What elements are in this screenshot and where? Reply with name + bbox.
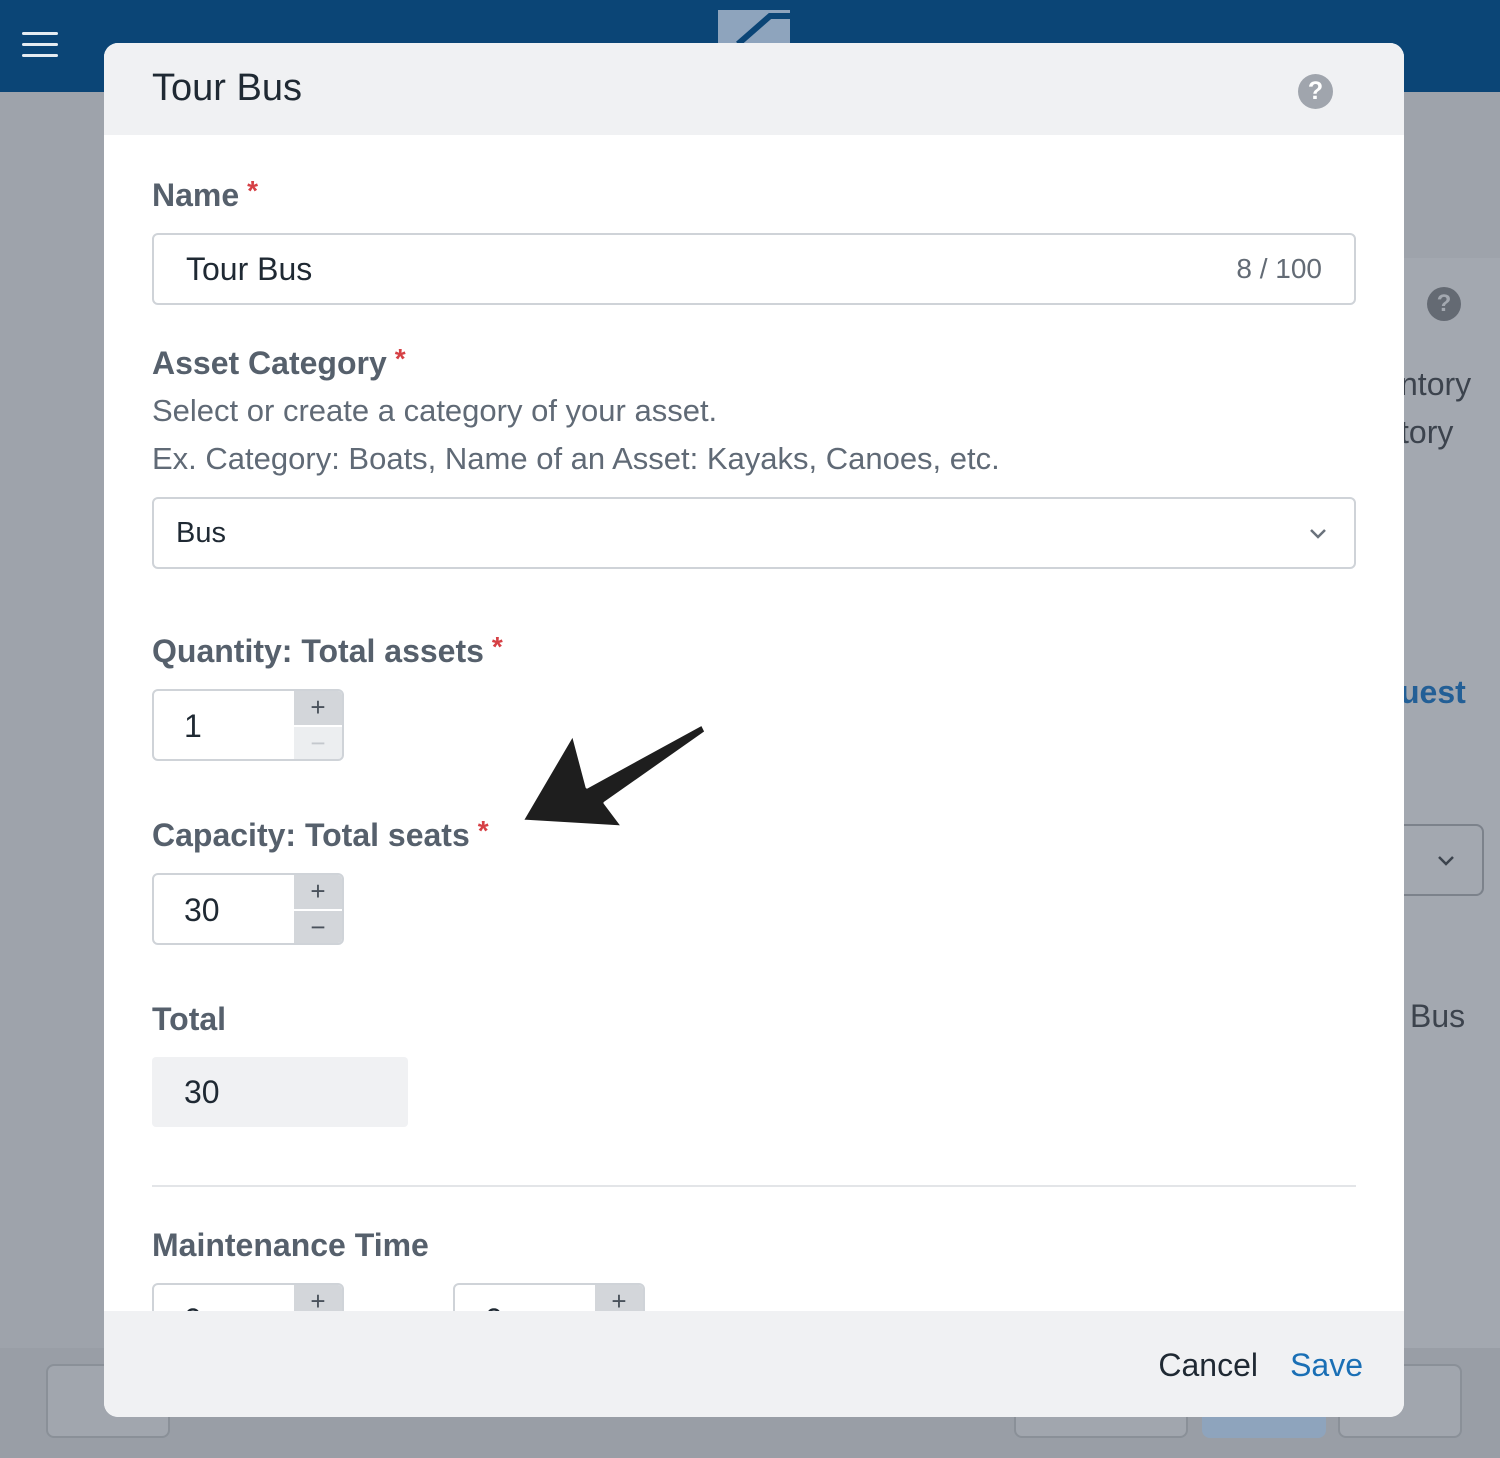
stepper-buttons: + − — [595, 1285, 643, 1311]
required-marker: * — [477, 815, 489, 846]
capacity-increment-button[interactable]: + — [294, 875, 342, 909]
capacity-label: Capacity: Total seats * — [152, 815, 489, 854]
name-label-text: Name — [152, 177, 240, 213]
character-counter: 8 / 100 — [1236, 253, 1322, 284]
asset-category-help-line-1: Select or create a category of your asse… — [152, 393, 718, 428]
total-readonly-field: 30 — [152, 1057, 408, 1127]
dialog-title: Tour Bus — [152, 67, 302, 109]
asset-category-selected-value: Bus — [176, 517, 226, 549]
total-value: 30 — [184, 1074, 220, 1110]
background-help-icon: ? — [1427, 287, 1461, 321]
capacity-value: 30 — [184, 892, 220, 928]
background-text: Bus — [1410, 998, 1466, 1034]
chevron-down-icon — [1310, 529, 1326, 539]
name-label: Name * — [152, 175, 259, 214]
dialog-body: Name * Tour Bus 8 / 100 Asset Category * S… — [104, 135, 1404, 1311]
asset-dialog: Tour Bus ? Name * Tour Bus 8 / 100 Asset … — [104, 43, 1404, 1417]
app-logo-icon — [718, 10, 790, 44]
maintenance-hours-stepper[interactable]: 0 + − — [152, 1283, 344, 1311]
stepper-buttons: + − — [294, 1285, 342, 1311]
dialog-header: Tour Bus ? — [104, 43, 1404, 135]
quantity-increment-button[interactable]: + — [294, 691, 342, 725]
chevron-down-icon — [1438, 856, 1454, 866]
background-link: uest — [1400, 674, 1466, 710]
stepper-buttons: + − — [294, 875, 342, 943]
save-button[interactable]: Save — [1290, 1347, 1363, 1384]
hamburger-menu-icon[interactable] — [22, 32, 58, 58]
asset-category-select[interactable]: Bus — [152, 497, 1356, 569]
stepper-buttons: + − — [294, 691, 342, 759]
quantity-label-text: Quantity: Total assets — [152, 633, 484, 669]
name-field-value: Tour Bus — [186, 251, 313, 287]
maintenance-time-label: Maintenance Time — [152, 1227, 429, 1263]
required-marker: * — [247, 175, 259, 206]
capacity-stepper[interactable]: 30 + − — [152, 873, 344, 945]
quantity-value: 1 — [184, 708, 202, 744]
cancel-button[interactable]: Cancel — [1158, 1347, 1258, 1384]
required-marker: * — [394, 343, 406, 374]
maintenance-minutes-increment-button[interactable]: + — [595, 1285, 643, 1311]
background-text: ntory — [1400, 366, 1472, 402]
asset-category-help-line-2: Ex. Category: Boats, Name of an Asset: K… — [152, 441, 1000, 476]
required-marker: * — [491, 631, 503, 662]
quantity-decrement-button[interactable]: − — [294, 725, 342, 759]
maintenance-hours-increment-button[interactable]: + — [294, 1285, 342, 1311]
maintenance-hours-value: 0 — [184, 1302, 202, 1311]
asset-category-label: Asset Category * — [152, 343, 406, 382]
section-divider — [152, 1185, 1356, 1187]
dialog-footer: Cancel Save — [104, 1311, 1404, 1417]
capacity-label-text: Capacity: Total seats — [152, 817, 470, 853]
background-text: tory — [1400, 414, 1454, 450]
asset-category-label-text: Asset Category — [152, 345, 387, 381]
quantity-stepper[interactable]: 1 + − — [152, 689, 344, 761]
name-field[interactable]: Tour Bus 8 / 100 — [152, 233, 1356, 305]
capacity-decrement-button[interactable]: − — [294, 909, 342, 943]
maintenance-minutes-stepper[interactable]: 0 + − — [453, 1283, 645, 1311]
total-label: Total — [152, 1001, 227, 1037]
maintenance-minutes-value: 0 — [485, 1302, 503, 1311]
help-icon[interactable]: ? — [1298, 74, 1333, 109]
quantity-label: Quantity: Total assets * — [152, 631, 503, 670]
